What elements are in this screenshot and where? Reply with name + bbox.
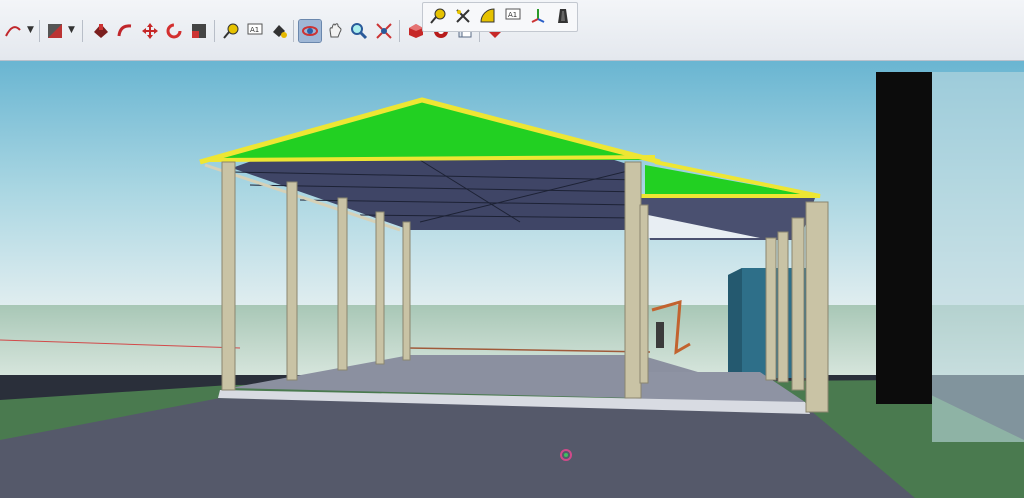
post [337,197,348,371]
axes-icon[interactable] [527,5,549,27]
scale-icon[interactable] [188,20,210,42]
post [221,161,236,391]
main-toolbar: ▼ ▼ A1 A1 [0,0,1024,61]
person-figure [656,322,664,348]
paint-bucket-icon[interactable] [427,5,449,27]
dimension-icon[interactable]: A1 [244,20,266,42]
arc-dropdown-icon[interactable]: ▼ [27,25,34,35]
post [375,211,385,365]
tape-measure-icon[interactable] [452,5,474,27]
post [402,221,411,361]
separator [82,20,83,42]
push-pull-icon[interactable] [90,20,112,42]
sketchup-window: ▼ ▼ A1 A1 [0,0,1024,498]
post [639,204,649,384]
svg-text:A1: A1 [250,26,259,34]
shape-dropdown-icon[interactable]: ▼ [68,25,75,35]
zoom-extents-icon[interactable] [373,20,395,42]
zoom-icon[interactable] [348,20,370,42]
construction-toolbar: A1 [422,2,578,32]
follow-me-icon[interactable] [114,20,136,42]
orbit-icon[interactable] [298,19,322,43]
blue-box-side [728,268,742,378]
right-wall [932,72,1024,442]
move-icon[interactable] [139,20,161,42]
post [805,201,829,413]
post [791,217,805,391]
tape-measure-icon[interactable] [220,20,242,42]
post [286,181,298,381]
text-tool-icon[interactable]: A1 [502,5,524,27]
post [624,161,642,399]
orbit-cursor-icon [560,449,572,461]
separator [399,20,400,42]
pan-icon[interactable] [324,20,346,42]
post [777,231,789,383]
post [765,237,777,381]
shape-icon[interactable] [44,20,66,42]
protractor-icon[interactable] [477,5,499,27]
rotate-icon[interactable] [163,20,185,42]
separator [293,20,294,42]
paint-bucket-icon[interactable] [268,20,290,42]
black-column [876,72,932,404]
model-viewport[interactable] [0,0,1024,498]
separator [214,20,215,42]
section-plane-icon[interactable] [552,5,574,27]
arc-icon[interactable] [2,20,24,42]
svg-text:A1: A1 [508,11,517,19]
separator [39,20,40,42]
